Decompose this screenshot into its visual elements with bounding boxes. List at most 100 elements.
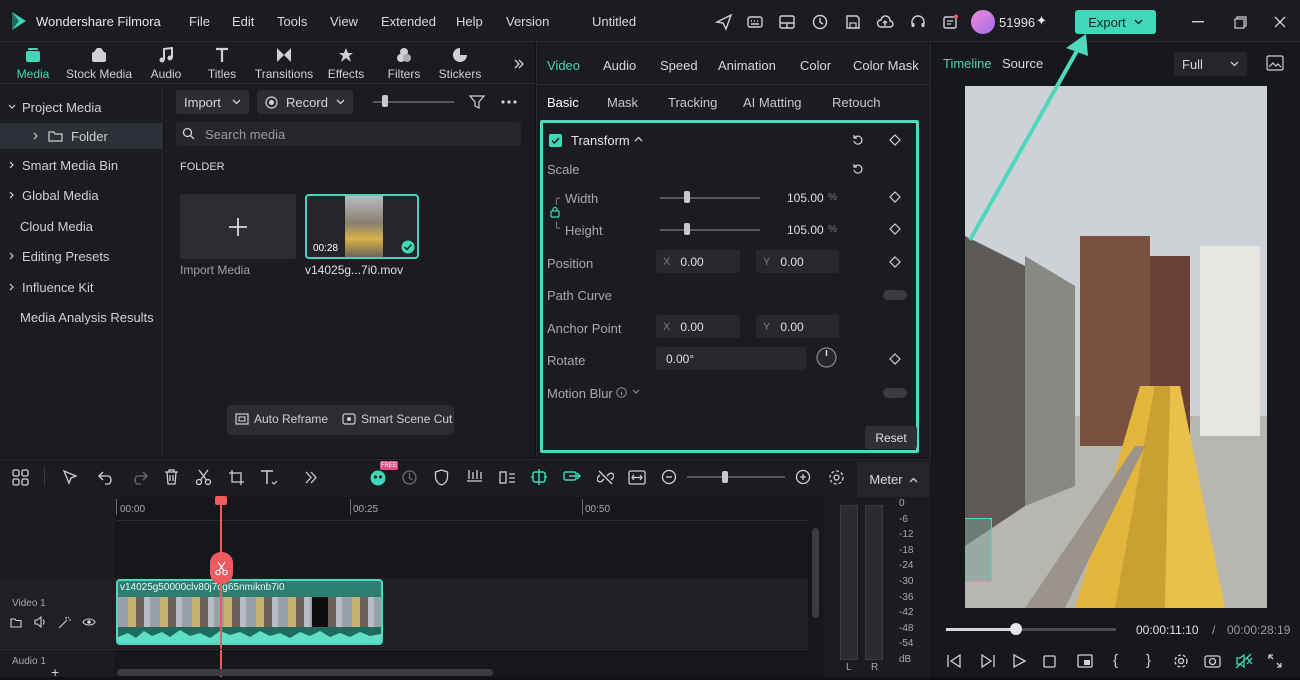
sidebar-item-editing-presets[interactable]: Editing Presets [0,242,163,270]
width-slider[interactable] [660,197,760,199]
menu-extended[interactable]: Extended [381,14,436,29]
mark-in-icon[interactable]: { [1113,652,1118,669]
reset-transform-icon[interactable] [852,134,864,146]
keyframe-icon[interactable] [889,191,901,203]
settings-icon[interactable] [1173,653,1189,669]
height-slider-knob[interactable] [684,223,690,235]
tab-transitions[interactable]: Transitions [252,46,316,82]
tab-audio-props[interactable]: Audio [603,58,636,73]
sidebar-item-project-media[interactable]: Project Media [0,93,163,121]
menu-view[interactable]: View [330,14,358,29]
video-clip[interactable]: v14025g50000clv80j7cg65nmiknb7i0 [116,579,383,645]
tab-effects[interactable]: Effects [324,46,368,82]
keyboard-icon[interactable] [745,12,765,32]
track-magic-icon[interactable] [58,616,71,629]
restore-icon[interactable] [1230,12,1250,32]
tab-color[interactable]: Color [800,58,831,73]
layout-grid-icon[interactable] [9,466,31,488]
menu-help[interactable]: Help [456,14,483,29]
playhead[interactable] [220,497,222,677]
tab-speed[interactable]: Speed [660,58,698,73]
close-icon[interactable] [1270,12,1290,32]
send-icon[interactable] [714,12,734,32]
menu-tools[interactable]: Tools [277,14,307,29]
filter-icon[interactable] [468,93,486,111]
split-audio-icon[interactable] [496,466,518,488]
sidebar-item-folder[interactable]: Folder [0,123,163,149]
save-icon[interactable] [843,12,863,32]
zoom-slider[interactable] [687,476,785,478]
transform-checkbox[interactable] [549,134,562,147]
more-tools-icon[interactable] [300,466,322,488]
minimize-icon[interactable] [1188,12,1208,32]
shield-icon[interactable] [430,466,452,488]
menu-file[interactable]: File [189,14,210,29]
beat-icon[interactable] [463,466,485,488]
clip-thumbnail[interactable]: 00:28 [305,194,419,259]
timeline-vertical-scrollbar[interactable] [812,528,819,618]
next-frame-icon[interactable] [980,654,996,668]
sidebar-item-media-analysis-results[interactable]: Media Analysis Results [0,303,163,331]
cloud-upload-icon[interactable] [875,12,895,32]
undo-icon[interactable] [95,466,117,488]
ai-sticker-icon[interactable] [368,468,388,486]
notification-icon[interactable] [940,12,960,32]
select-cursor-icon[interactable] [59,466,81,488]
reset-scale-icon[interactable] [852,163,864,175]
timeline-settings-icon[interactable] [825,466,847,488]
import-dropdown[interactable]: Import [176,90,249,114]
tab-audio[interactable]: Audio [144,46,188,82]
expand-icon[interactable] [1268,654,1282,668]
info-icon[interactable] [616,387,627,398]
text-tool-icon[interactable] [258,466,280,488]
pip-thumbnail[interactable] [965,518,992,582]
position-y-field[interactable]: Y 0.00 [756,250,839,273]
chevron-down-icon[interactable] [632,389,640,395]
stop-icon[interactable] [1043,655,1056,668]
meter-dropdown[interactable]: Meter [857,462,930,497]
keyframe-icon[interactable] [889,353,901,365]
tab-media[interactable]: Media [10,46,56,82]
keyframe-icon[interactable] [889,256,901,268]
speed-ramp-icon[interactable] [398,466,420,488]
layout-icon[interactable] [777,12,797,32]
zoom-in-icon[interactable] [792,466,814,488]
tab-video[interactable]: Video [547,58,580,73]
mark-out-icon[interactable]: } [1146,652,1151,669]
playhead-handle[interactable] [215,496,227,505]
split-marker[interactable] [210,552,233,584]
keyframe-icon[interactable] [889,134,901,146]
path-curve-toggle[interactable] [883,290,907,300]
snapshot-view-icon[interactable] [1266,55,1284,71]
sidebar-item-cloud-media[interactable]: Cloud Media [0,212,163,240]
lock-ratio-icon[interactable] [549,206,561,218]
height-slider[interactable] [660,229,760,231]
scissors-icon[interactable] [192,466,214,488]
tab-stickers[interactable]: Stickers [436,46,484,82]
zoom-slider-knob[interactable] [722,471,728,483]
playback-knob[interactable] [1009,623,1022,635]
playback-progress[interactable] [946,628,1116,631]
width-value[interactable]: 105.00 [787,191,824,205]
sync-icon[interactable] [810,12,830,32]
headset-icon[interactable] [908,12,928,32]
auto-reframe-button[interactable]: Auto Reframe [235,412,328,426]
record-dropdown[interactable]: Record [257,90,353,114]
anchor-y-field[interactable]: Y 0.00 [756,315,839,338]
timeline-horizontal-scrollbar[interactable] [117,669,493,676]
expand-tabs-icon[interactable] [510,56,528,72]
more-options-icon[interactable] [500,93,518,111]
rotate-dial-icon[interactable] [816,347,837,368]
fullscreen-preview-icon[interactable] [1077,654,1093,668]
width-slider-knob[interactable] [684,191,690,203]
reset-button[interactable]: Reset [865,426,917,449]
delete-icon[interactable] [160,466,182,488]
subtab-retouch[interactable]: Retouch [832,95,880,110]
search-media-field[interactable]: Search media [176,122,521,146]
magnet-snap-icon[interactable] [528,466,550,488]
sidebar-item-smart-media-bin[interactable]: Smart Media Bin [0,151,163,179]
sidebar-item-influence-kit[interactable]: Influence Kit [0,273,163,301]
subtab-basic[interactable]: Basic [547,95,579,110]
link-clips-icon[interactable] [561,466,583,488]
position-x-field[interactable]: X 0.00 [656,250,740,273]
